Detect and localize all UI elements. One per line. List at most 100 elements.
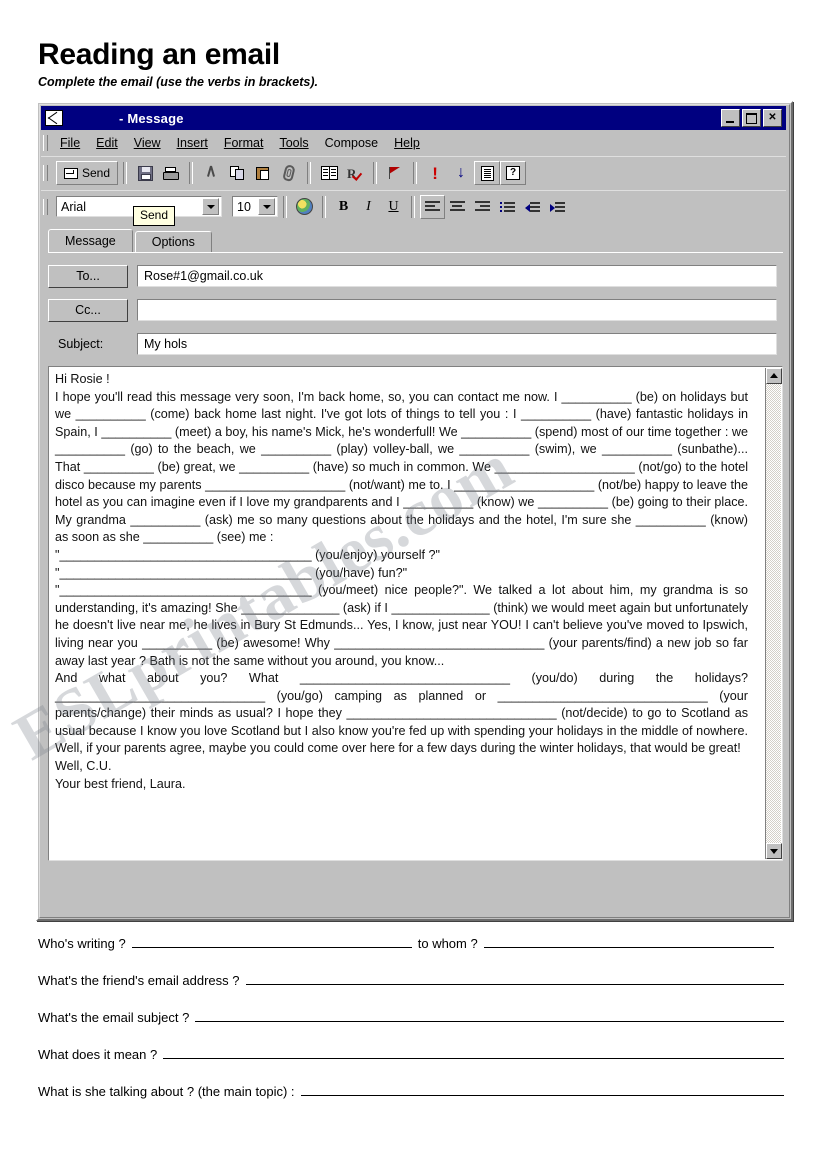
page-title: Reading an email [38, 38, 280, 71]
bold-button[interactable]: B [331, 195, 356, 219]
options-button[interactable] [474, 161, 501, 185]
menu-edit[interactable]: Edit [88, 134, 126, 152]
attach-icon [282, 164, 296, 182]
increase-indent-button[interactable] [545, 195, 570, 219]
to-input[interactable]: Rose#1@gmail.co.uk [137, 265, 777, 287]
menu-help[interactable]: Help [386, 134, 428, 152]
question-row: Who's writing ? to whom ? [38, 934, 790, 951]
underline-button[interactable]: U [381, 195, 406, 219]
menu-insert[interactable]: Insert [169, 134, 216, 152]
tab-options-label: Options [151, 235, 195, 249]
answer-line[interactable] [245, 971, 784, 985]
toolbar-separator [413, 162, 418, 184]
menu-view[interactable]: View [126, 134, 169, 152]
scroll-up-icon[interactable] [766, 368, 782, 384]
formatting-toolbar-grip[interactable] [43, 198, 48, 215]
menu-format[interactable]: Format [216, 134, 272, 152]
bold-icon: B [338, 198, 349, 214]
email-paragraph-2: And what about you? What _______________… [55, 671, 748, 756]
toolbar-separator [322, 195, 326, 218]
address-book-button[interactable] [316, 161, 342, 185]
menu-tools[interactable]: Tools [271, 134, 316, 152]
attach-button[interactable] [276, 161, 302, 185]
cc-field-row: Cc... [48, 298, 777, 322]
print-icon [163, 166, 180, 180]
email-paragraph-1: I hope you'll read this message very soo… [55, 389, 748, 545]
maximize-button[interactable] [742, 109, 761, 127]
email-quote-3: "____________________________________ (y… [55, 583, 748, 668]
low-priority-button[interactable]: ↓ [448, 161, 474, 185]
question-label: What's the friend's email address ? [38, 973, 240, 988]
subject-input[interactable]: My hols [137, 333, 777, 355]
message-tabs: Message Options [48, 229, 783, 252]
check-names-button[interactable] [342, 161, 368, 185]
subject-input-value: My hols [144, 337, 188, 351]
cut-button[interactable] [198, 161, 224, 185]
menu-compose[interactable]: Compose [317, 134, 387, 152]
tabs-divider [48, 252, 783, 253]
question-label-secondary: to whom ? [417, 936, 478, 951]
check-names-icon [347, 166, 363, 182]
chevron-down-icon[interactable] [202, 198, 219, 215]
email-quote-1: "____________________________________ (y… [55, 547, 440, 562]
send-button[interactable]: Send [56, 161, 119, 185]
menu-file[interactable]: File [52, 134, 88, 152]
close-button[interactable]: ✕ [763, 109, 782, 127]
answer-line[interactable] [300, 1082, 784, 1096]
email-greeting: Hi Rosie ! [55, 372, 110, 386]
increase-indent-icon [550, 201, 565, 213]
tab-options[interactable]: Options [134, 231, 212, 252]
toolbar-separator [189, 162, 194, 184]
chevron-down-icon[interactable] [258, 198, 275, 215]
minimize-button[interactable] [721, 109, 740, 127]
toolbar-separator [123, 162, 128, 184]
scroll-down-icon[interactable] [766, 843, 782, 859]
copy-button[interactable] [224, 161, 250, 185]
question-row: What does it mean ? [38, 1045, 790, 1062]
decrease-indent-button[interactable] [520, 195, 545, 219]
bullet-list-button[interactable] [495, 195, 520, 219]
to-button[interactable]: To... [48, 264, 128, 288]
print-button[interactable] [158, 161, 184, 185]
question-label: What is she talking about ? (the main to… [38, 1084, 295, 1099]
menubar-grip[interactable] [43, 135, 48, 151]
font-color-icon [296, 198, 313, 215]
high-priority-button[interactable]: ! [422, 161, 448, 185]
questions-section: Who's writing ? to whom ? What's the fri… [38, 934, 790, 1119]
font-size-select[interactable]: 10 [232, 196, 278, 217]
italic-icon: I [366, 198, 371, 214]
save-button[interactable] [132, 161, 158, 185]
font-color-button[interactable] [292, 195, 317, 219]
align-center-button[interactable] [445, 195, 470, 219]
send-icon [64, 167, 78, 179]
question-row: What is she talking about ? (the main to… [38, 1082, 790, 1099]
help-button[interactable]: ? [500, 161, 527, 185]
answer-line[interactable] [195, 1008, 784, 1022]
body-vertical-scrollbar[interactable] [765, 368, 782, 859]
paste-button[interactable] [250, 161, 276, 185]
email-body-area[interactable]: Hi Rosie ! I hope you'll read this messa… [48, 366, 783, 861]
align-left-icon [425, 200, 440, 213]
toolbar-grip[interactable] [43, 165, 48, 181]
flag-button[interactable] [382, 161, 408, 185]
align-left-button[interactable] [420, 194, 445, 219]
italic-button[interactable]: I [356, 195, 381, 219]
email-client-window: - Message ✕ File Edit View Insert Format… [36, 101, 793, 921]
cc-button[interactable]: Cc... [48, 298, 128, 322]
answer-line[interactable] [483, 934, 774, 948]
align-right-button[interactable] [470, 195, 495, 219]
page-subtitle: Complete the email (use the verbs in bra… [38, 75, 318, 89]
question-label: What does it mean ? [38, 1047, 158, 1062]
underline-icon: U [388, 198, 399, 214]
align-right-icon [475, 200, 490, 213]
cc-input[interactable] [137, 299, 777, 321]
answer-line[interactable] [131, 934, 412, 948]
tab-message[interactable]: Message [48, 229, 133, 252]
email-body-text[interactable]: Hi Rosie ! I hope you'll read this messa… [55, 371, 748, 793]
toolbar-separator [307, 162, 312, 184]
address-book-icon [320, 166, 338, 180]
copy-icon [229, 165, 245, 181]
options-icon [480, 165, 494, 181]
answer-line[interactable] [163, 1045, 784, 1059]
to-field-row: To... Rose#1@gmail.co.uk [48, 264, 777, 288]
